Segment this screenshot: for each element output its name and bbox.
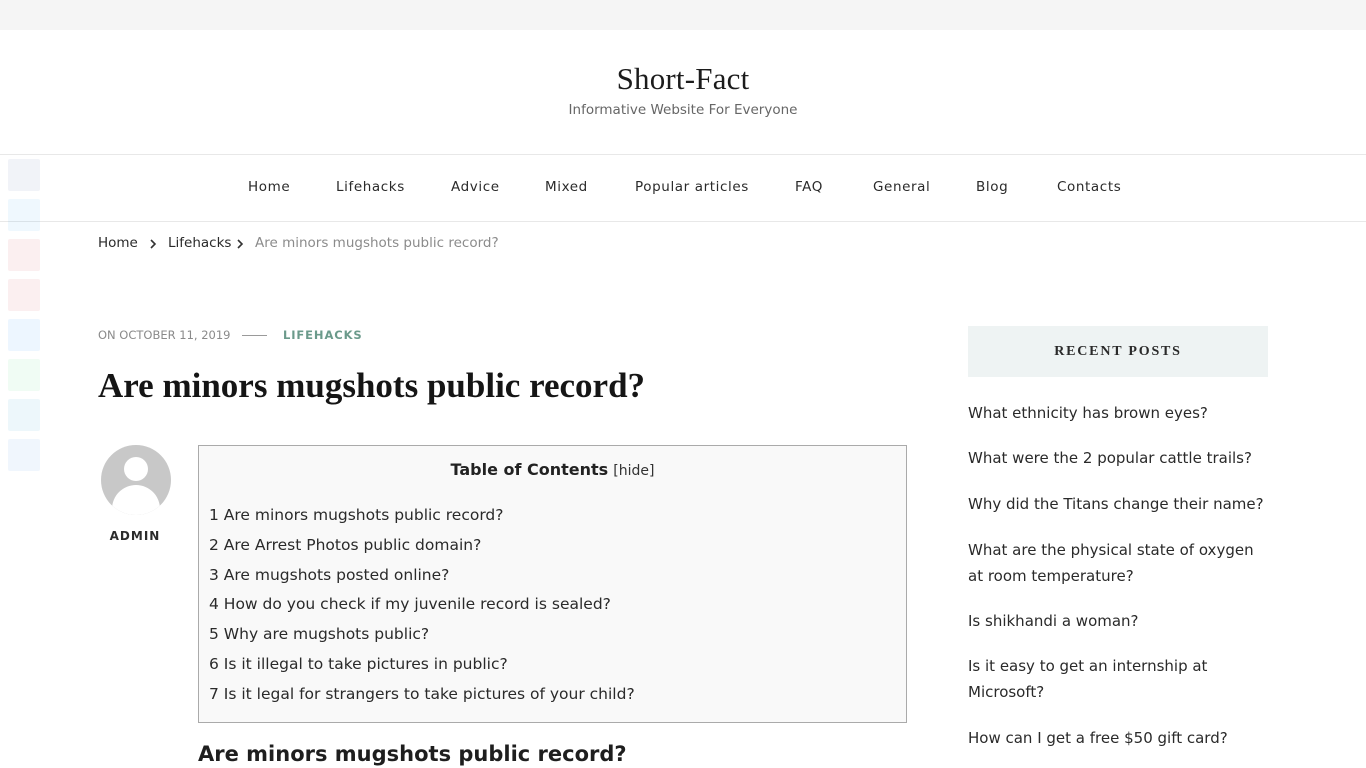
list-item: 4 How do you check if my juvenile record… [209, 595, 635, 625]
toc-link[interactable]: 7 Is it legal for strangers to take pict… [209, 685, 635, 703]
list-item: 6 Is it illegal to take pictures in publ… [209, 655, 635, 685]
list-item: 5 Why are mugshots public? [209, 625, 635, 655]
post-date: ON OCTOBER 11, 2019 [98, 328, 231, 342]
recent-post-link[interactable]: What were the 2 popular cattle trails? [968, 446, 1268, 472]
breadcrumb-lifehacks[interactable]: Lifehacks [168, 235, 231, 251]
breadcrumb-home[interactable]: Home [98, 235, 138, 251]
twitter-icon[interactable] [8, 199, 40, 231]
messenger-icon[interactable] [8, 319, 40, 351]
main-navigation: Home Lifehacks Advice Mixed Popular arti… [0, 155, 1366, 222]
toc-link[interactable]: 5 Why are mugshots public? [209, 625, 429, 643]
breadcrumb-current: Are minors mugshots public record? [255, 235, 499, 251]
avatar[interactable] [101, 445, 171, 515]
toc-hide-link[interactable]: hide [619, 463, 649, 479]
top-bar [0, 0, 1366, 30]
nav-item-general[interactable]: General [873, 179, 930, 195]
recent-post-link[interactable]: How can I get a free $50 gift card? [968, 726, 1268, 752]
recent-post-link[interactable]: Is it easy to get an internship at Micro… [968, 654, 1268, 705]
recent-post-link[interactable]: Why did the Titans change their name? [968, 492, 1268, 518]
avatar-body [112, 485, 160, 515]
site-header: Short-Fact Informative Website For Every… [0, 30, 1366, 155]
table-of-contents: Table of Contents [hide] 1 Are minors mu… [198, 445, 907, 723]
nav-item-advice[interactable]: Advice [451, 179, 500, 195]
nav-item-lifehacks[interactable]: Lifehacks [336, 179, 405, 195]
site-title[interactable]: Short-Fact [0, 61, 1366, 97]
pinterest-icon[interactable] [8, 239, 40, 271]
post-title: Are minors mugshots public record? [98, 366, 646, 405]
author-name[interactable]: ADMIN [90, 529, 180, 543]
toc-link[interactable]: 1 Are minors mugshots public record? [209, 506, 504, 524]
telegram-icon[interactable] [8, 399, 40, 431]
post-category-link[interactable]: LIFEHACKS [283, 328, 363, 342]
chevron-right-icon [237, 239, 244, 249]
site-tagline: Informative Website For Everyone [568, 102, 798, 118]
facebook-icon[interactable] [8, 159, 40, 191]
recent-post-link[interactable]: What are the physical state of oxygen at… [968, 538, 1268, 589]
nav-item-blog[interactable]: Blog [976, 179, 1008, 195]
list-item: 1 Are minors mugshots public record? [209, 506, 635, 536]
avatar-head [124, 457, 148, 481]
whatsapp-icon[interactable] [8, 359, 40, 391]
recent-post-link[interactable]: What ethnicity has brown eyes? [968, 401, 1268, 427]
nav-item-contacts[interactable]: Contacts [1057, 179, 1121, 195]
toc-link[interactable]: 6 Is it illegal to take pictures in publ… [209, 655, 508, 673]
toc-header: Table of Contents [hide] [199, 460, 906, 479]
toc-link[interactable]: 2 Are Arrest Photos public domain? [209, 536, 481, 554]
toc-title: Table of Contents [450, 460, 609, 479]
list-item: 7 Is it legal for strangers to take pict… [209, 685, 635, 715]
section-heading: Are minors mugshots public record? [198, 742, 627, 766]
list-item: 3 Are mugshots posted online? [209, 566, 635, 596]
pinterest-circle-icon[interactable] [8, 279, 40, 311]
toc-toggle: [hide] [613, 463, 654, 479]
recent-post-link[interactable]: Is shikhandi a woman? [968, 609, 1268, 635]
nav-item-home[interactable]: Home [248, 179, 290, 195]
share-icon[interactable] [8, 439, 40, 471]
meta-divider [242, 335, 267, 336]
post-meta: ON OCTOBER 11, 2019 LIFEHACKS [98, 328, 362, 342]
widget-title-box: RECENT POSTS [968, 326, 1268, 377]
toc-toggle-close-bracket: ] [649, 463, 655, 479]
toc-link[interactable]: 3 Are mugshots posted online? [209, 566, 449, 584]
toc-link[interactable]: 4 How do you check if my juvenile record… [209, 595, 611, 613]
list-item: 2 Are Arrest Photos public domain? [209, 536, 635, 566]
nav-item-mixed[interactable]: Mixed [545, 179, 588, 195]
widget-title: RECENT POSTS [1054, 344, 1182, 359]
nav-item-popular-articles[interactable]: Popular articles [635, 179, 749, 195]
nav-item-faq[interactable]: FAQ [795, 179, 823, 195]
toc-list: 1 Are minors mugshots public record? 2 A… [209, 506, 635, 715]
chevron-right-icon [150, 239, 157, 249]
